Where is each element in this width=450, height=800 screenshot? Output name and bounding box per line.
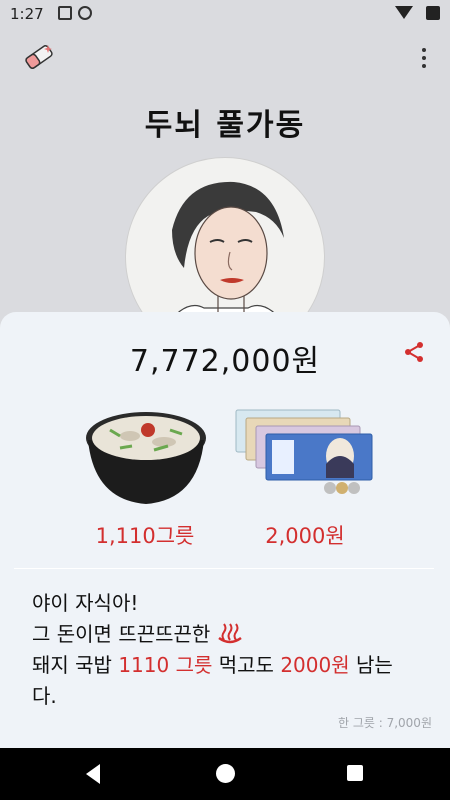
message-bowl-count: 1110 그릇 — [118, 653, 213, 677]
bowl-count-label: 1,110그릇 — [95, 524, 195, 548]
status-time: 1:27 — [10, 5, 44, 23]
app-title: 두뇌 풀가동 — [144, 108, 306, 143]
message-line-3: 돼지 국밥 1110 그릇 먹고도 2000원 남는 — [32, 653, 393, 677]
message-line-4: 다. — [32, 684, 57, 708]
back-icon[interactable] — [86, 764, 100, 784]
recents-icon[interactable] — [347, 765, 363, 781]
message-remaining: 2000원 — [280, 653, 350, 677]
message-line-2: 그 돈이면 뜨끈뜨끈한 — [32, 619, 432, 650]
wifi-icon — [395, 6, 413, 20]
divider — [14, 568, 434, 569]
result-sheet: 7,772,000원 1,110그릇 2,000원 야이 자식아! 그 돈이면 … — [0, 312, 450, 748]
eraser-icon[interactable] — [22, 42, 56, 72]
total-amount: 7,772,000원 — [129, 344, 321, 379]
navigation-bar — [0, 748, 450, 800]
sd-card-icon — [58, 6, 72, 20]
money-image — [235, 409, 373, 494]
message-line-1: 야이 자식아! — [32, 591, 139, 615]
remaining-amount-label: 2,000원 — [265, 524, 345, 548]
more-vert-icon[interactable] — [414, 46, 434, 70]
hotspring-icon — [217, 623, 242, 644]
share-icon[interactable] — [402, 340, 426, 364]
result-message: 야이 자식아! 그 돈이면 뜨끈뜨끈한 돼지 국밥 1110 그릇 먹고도 20… — [32, 588, 432, 712]
price-footnote: 한 그릇 : 7,000원 — [337, 716, 432, 730]
home-icon[interactable] — [216, 764, 235, 783]
sync-icon — [78, 6, 92, 20]
battery-icon — [426, 6, 440, 20]
gukbap-bowl-image — [86, 412, 206, 504]
status-bar: 1:27 — [0, 0, 450, 28]
app-bar — [0, 28, 450, 88]
